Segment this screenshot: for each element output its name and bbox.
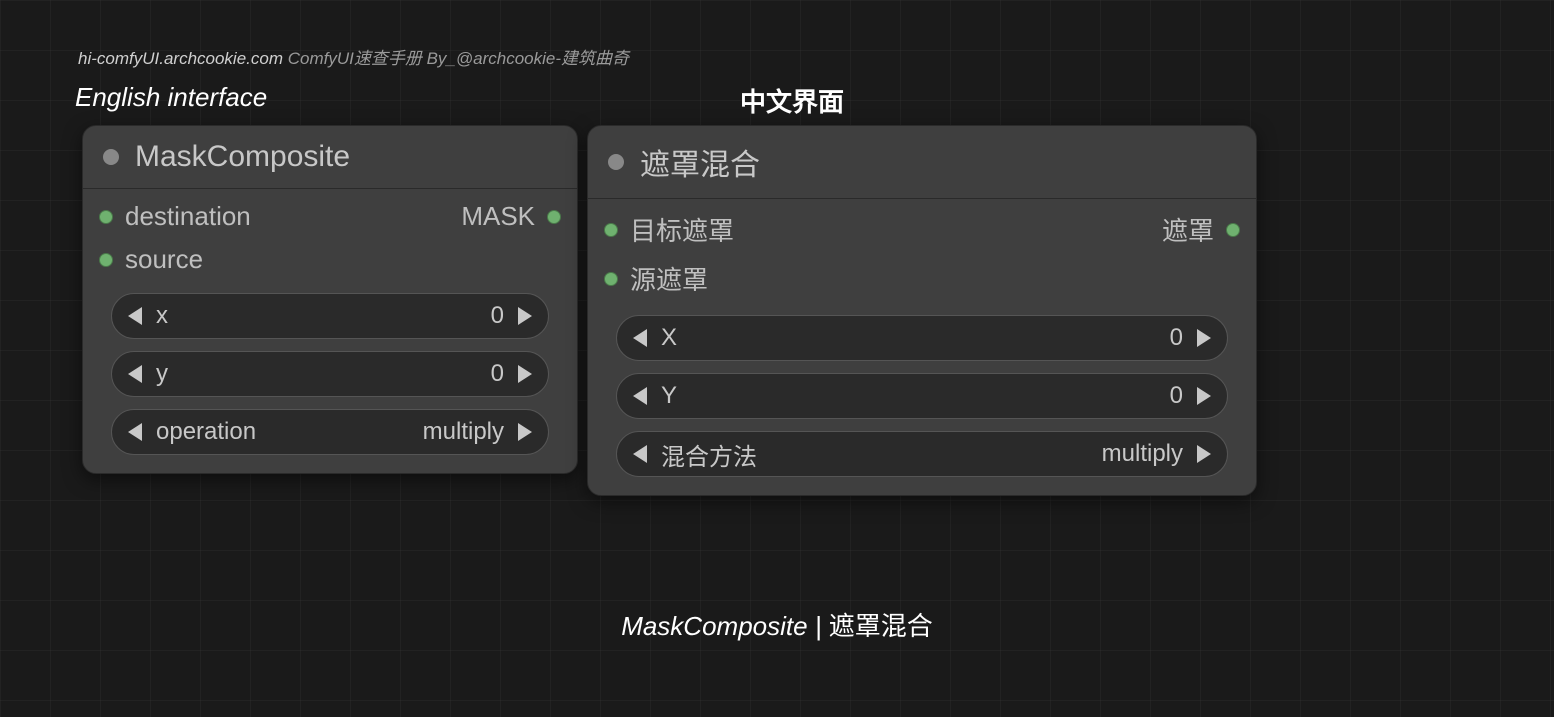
- watermark: hi-comfyUI.archcookie.com ComfyUI速查手册 By…: [78, 44, 629, 69]
- node-header[interactable]: MaskComposite: [83, 126, 577, 189]
- widget-value[interactable]: 0: [168, 302, 504, 330]
- arrow-right-icon[interactable]: [1197, 387, 1211, 405]
- arrow-left-icon[interactable]: [633, 387, 647, 405]
- input-label: source: [125, 244, 203, 275]
- port-icon[interactable]: [99, 253, 113, 267]
- node-status-dot-icon: [103, 149, 119, 165]
- node-body: destination source MASK x 0: [83, 189, 577, 473]
- port-icon[interactable]: [1226, 223, 1240, 237]
- input-label: destination: [125, 201, 251, 232]
- widget-label: X: [661, 324, 677, 352]
- watermark-desc: ComfyUI速查手册 By_@archcookie-建筑曲奇: [283, 49, 629, 68]
- widget-y[interactable]: Y 0: [616, 373, 1228, 419]
- input-source[interactable]: 源遮罩: [604, 260, 734, 297]
- input-destination[interactable]: destination: [99, 201, 251, 232]
- output-mask[interactable]: 遮罩: [1162, 211, 1240, 248]
- widget-value[interactable]: 0: [677, 382, 1183, 410]
- widget-label: 混合方法: [661, 437, 757, 472]
- widget-label: y: [156, 360, 168, 388]
- node-status-dot-icon: [608, 154, 624, 170]
- caption: MaskComposite | 遮罩混合: [0, 606, 1554, 643]
- widget-value[interactable]: multiply: [256, 418, 504, 446]
- caption-sep: |: [808, 611, 829, 641]
- arrow-right-icon[interactable]: [1197, 329, 1211, 347]
- node-maskcomposite-en[interactable]: MaskComposite destination source MASK: [82, 125, 578, 474]
- input-label: 目标遮罩: [630, 211, 734, 248]
- node-title: 遮罩混合: [640, 140, 760, 184]
- port-icon[interactable]: [604, 223, 618, 237]
- input-label: 源遮罩: [630, 260, 708, 297]
- widget-value[interactable]: 0: [168, 360, 504, 388]
- arrow-left-icon[interactable]: [633, 329, 647, 347]
- port-icon[interactable]: [547, 210, 561, 224]
- port-icon[interactable]: [99, 210, 113, 224]
- arrow-left-icon[interactable]: [128, 365, 142, 383]
- widget-y[interactable]: y 0: [111, 351, 549, 397]
- output-label: 遮罩: [1162, 211, 1214, 248]
- output-mask[interactable]: MASK: [461, 201, 561, 232]
- port-icon[interactable]: [604, 272, 618, 286]
- widget-label: x: [156, 302, 168, 330]
- widget-x[interactable]: X 0: [616, 315, 1228, 361]
- widget-value[interactable]: multiply: [757, 440, 1183, 468]
- node-maskcomposite-cn[interactable]: 遮罩混合 目标遮罩 源遮罩 遮罩: [587, 125, 1257, 496]
- output-label: MASK: [461, 201, 535, 232]
- widget-label: operation: [156, 418, 256, 446]
- input-source[interactable]: source: [99, 244, 251, 275]
- widget-value[interactable]: 0: [677, 324, 1183, 352]
- caption-en: MaskComposite: [621, 611, 807, 641]
- arrow-left-icon[interactable]: [633, 445, 647, 463]
- watermark-site: hi-comfyUI.archcookie.com: [78, 49, 283, 68]
- node-header[interactable]: 遮罩混合: [588, 126, 1256, 199]
- arrow-left-icon[interactable]: [128, 307, 142, 325]
- widget-label: Y: [661, 382, 677, 410]
- widget-operation[interactable]: operation multiply: [111, 409, 549, 455]
- node-title: MaskComposite: [135, 140, 350, 174]
- widget-x[interactable]: x 0: [111, 293, 549, 339]
- arrow-right-icon[interactable]: [1197, 445, 1211, 463]
- caption-cn: 遮罩混合: [829, 611, 933, 641]
- arrow-right-icon[interactable]: [518, 365, 532, 383]
- node-body: 目标遮罩 源遮罩 遮罩 X 0: [588, 199, 1256, 495]
- input-destination[interactable]: 目标遮罩: [604, 211, 734, 248]
- arrow-right-icon[interactable]: [518, 307, 532, 325]
- widget-operation[interactable]: 混合方法 multiply: [616, 431, 1228, 477]
- section-label-english: English interface: [75, 82, 267, 113]
- arrow-right-icon[interactable]: [518, 423, 532, 441]
- arrow-left-icon[interactable]: [128, 423, 142, 441]
- section-label-chinese: 中文界面: [740, 82, 844, 119]
